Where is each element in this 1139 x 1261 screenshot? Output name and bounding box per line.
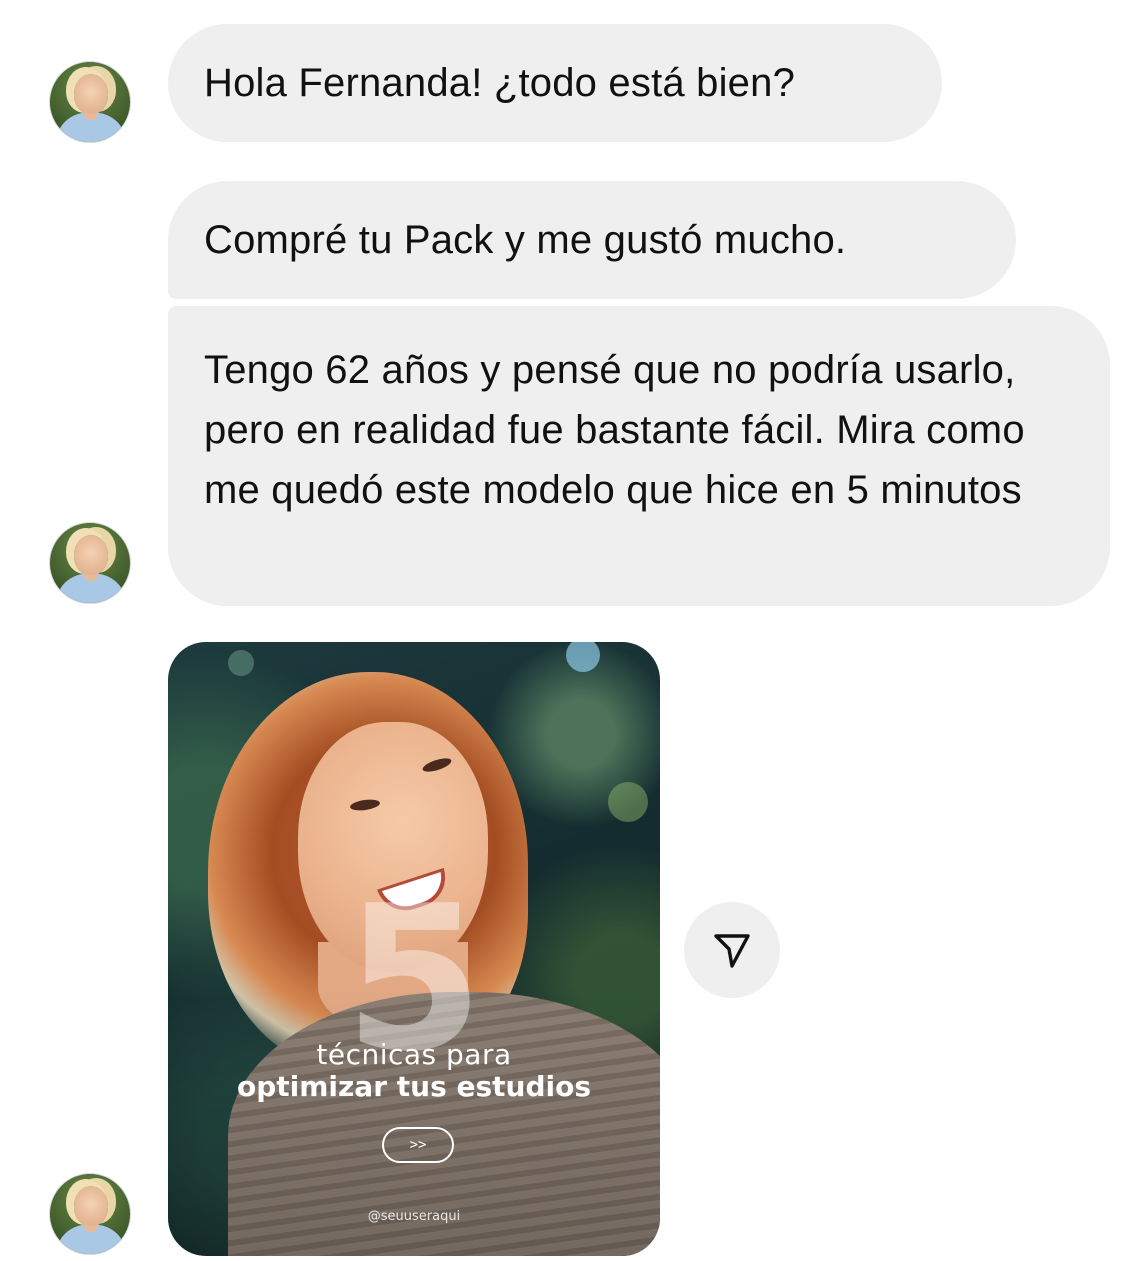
message-bubble[interactable]: Hola Fernanda! ¿todo está bien? bbox=[168, 24, 942, 142]
shared-post-card[interactable]: 5 técnicas para optimizar tus estudios >… bbox=[168, 642, 660, 1256]
post-next-button[interactable]: >> bbox=[382, 1127, 454, 1163]
avatar-face bbox=[74, 535, 108, 575]
send-paper-plane-icon bbox=[714, 934, 750, 968]
share-button[interactable] bbox=[684, 902, 780, 998]
avatar[interactable] bbox=[49, 1173, 131, 1255]
message-text: Tengo 62 años y pensé que no podría usar… bbox=[204, 348, 1025, 512]
post-title: optimizar tus estudios bbox=[236, 1070, 592, 1103]
avatar[interactable] bbox=[49, 522, 131, 604]
avatar-face bbox=[74, 74, 108, 114]
post-handle: @seuuseraqui bbox=[367, 1209, 461, 1224]
message-text: Compré tu Pack y me gustó mucho. bbox=[204, 218, 847, 262]
message-bubble[interactable]: Compré tu Pack y me gustó mucho. bbox=[168, 181, 1016, 299]
message-text: Hola Fernanda! ¿todo está bien? bbox=[204, 61, 796, 105]
avatar[interactable] bbox=[49, 61, 131, 143]
post-subtitle: técnicas para bbox=[316, 1038, 512, 1071]
avatar-face bbox=[74, 1186, 108, 1226]
message-bubble[interactable]: Tengo 62 años y pensé que no podría usar… bbox=[168, 306, 1110, 606]
